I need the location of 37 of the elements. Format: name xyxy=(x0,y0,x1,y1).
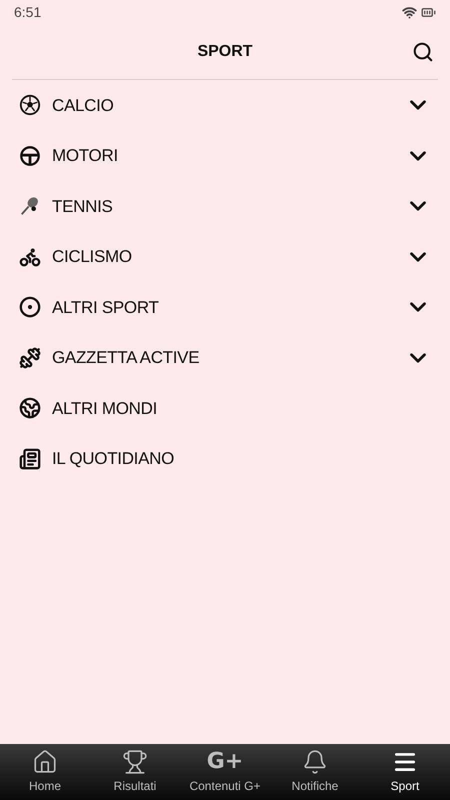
page-title: SPORT xyxy=(197,42,253,62)
bicycle-icon xyxy=(19,246,41,268)
nav-tab[interactable]: G+ Contenuti G+ xyxy=(180,744,270,800)
menu-item[interactable]: GAZZETTA ACTIVE xyxy=(0,332,450,383)
menu-item[interactable]: CICLISMO xyxy=(0,232,450,282)
menu-item-label: ALTRI MONDI xyxy=(52,398,158,420)
newspaper-icon xyxy=(19,448,41,470)
nav-tab[interactable]: Risultati xyxy=(90,744,180,800)
tennis-racket-icon xyxy=(19,195,41,218)
home-icon xyxy=(32,749,58,775)
globe-icon xyxy=(19,397,41,420)
trophy-icon xyxy=(122,749,148,775)
menu-item-label: MOTORI xyxy=(52,145,119,167)
menu-item[interactable]: CALCIO xyxy=(0,80,450,130)
menu-item-label: GAZZETTA ACTIVE xyxy=(52,347,200,369)
menu-item-label: CALCIO xyxy=(52,94,114,116)
g-plus-logo: G+ xyxy=(206,749,244,775)
search-icon xyxy=(412,40,434,62)
menu-item-label: IL QUOTIDIANO xyxy=(52,448,176,470)
nav-tab[interactable]: Sport xyxy=(360,744,450,800)
dumbbell-icon xyxy=(19,346,41,369)
bell-icon xyxy=(302,749,328,775)
menu-item-label: ALTRI SPORT xyxy=(52,296,160,318)
menu-item[interactable]: ALTRI MONDI xyxy=(0,383,450,434)
soccer-ball-icon xyxy=(19,94,41,116)
menu-item[interactable]: MOTORI xyxy=(0,130,450,181)
wifi-icon xyxy=(402,4,417,20)
target-icon xyxy=(19,296,41,318)
status-time: 6:51 xyxy=(14,2,42,22)
nav-tab[interactable]: Home xyxy=(0,744,90,800)
menu-item[interactable]: ALTRI SPORT xyxy=(0,282,450,332)
menu-item[interactable]: TENNIS xyxy=(0,181,450,232)
menu-item-label: CICLISMO xyxy=(52,246,133,268)
nav-tab[interactable]: Notifiche xyxy=(270,744,360,800)
menu-item-label: TENNIS xyxy=(52,196,114,218)
menu-item[interactable]: IL QUOTIDIANO xyxy=(0,434,450,484)
steering-wheel-icon xyxy=(19,144,41,167)
